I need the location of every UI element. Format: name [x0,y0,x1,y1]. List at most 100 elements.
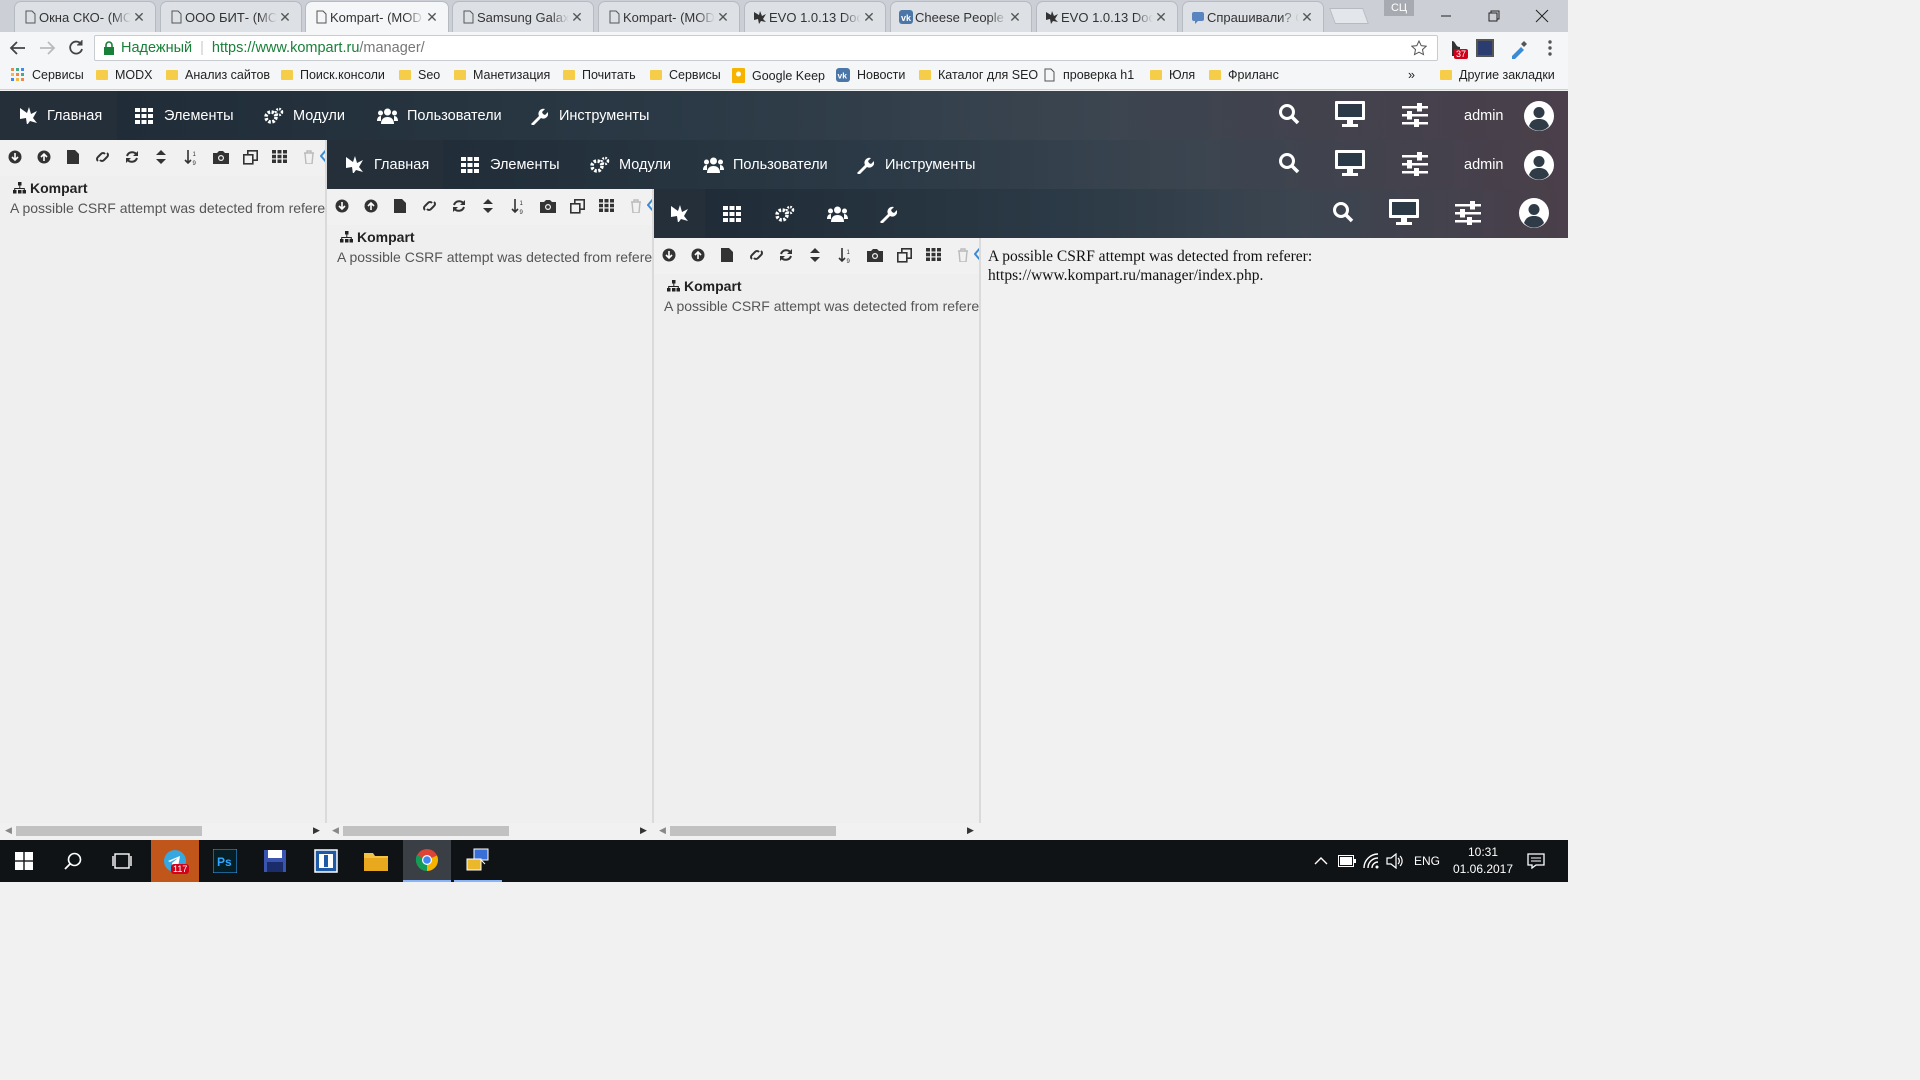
link-icon[interactable] [749,248,764,262]
preview-site-button[interactable] [1334,100,1366,128]
refresh-icon[interactable] [779,248,793,262]
sort-icon[interactable] [810,248,820,262]
extension-button-3[interactable] [1508,38,1530,60]
battery-icon[interactable] [1338,855,1356,867]
notifications-icon[interactable] [1527,853,1545,869]
taskbar-app[interactable] [302,840,350,882]
arrow-circle-up-icon[interactable] [364,199,378,213]
nav-home[interactable]: Главная [327,140,443,189]
sort-numeric-icon[interactable]: 19 [838,248,852,264]
bookmark-google-keep[interactable]: Google Keep [732,68,825,83]
taskbar-photoshop[interactable]: Ps [201,840,249,882]
arrow-circle-down-icon[interactable] [335,199,349,213]
bookmark-vk-news[interactable]: vk Новости [836,68,905,82]
tree-root-1[interactable]: Kompart [13,180,88,196]
new-document-icon[interactable] [721,248,733,262]
copy-icon[interactable] [897,248,912,263]
tab-5[interactable]: Kompart- (MOD ✕ [598,1,740,32]
settings-button[interactable] [1455,201,1481,225]
new-tab-button[interactable] [1329,8,1369,24]
reload-button[interactable] [66,38,86,58]
nav-elements[interactable] [723,189,741,238]
bookmark-check-h1[interactable]: проверка h1 [1044,68,1134,82]
taskbar-telegram[interactable]: 117 [151,840,199,882]
tab-4[interactable]: Samsung Galax ✕ [452,1,594,32]
camera-icon[interactable] [213,150,229,164]
settings-button[interactable] [1402,103,1428,127]
bookmark-folder-console[interactable]: Поиск.консоли [281,68,385,82]
clock[interactable]: 10:31 01.06.2017 [1450,844,1516,878]
close-icon[interactable]: ✕ [569,9,585,26]
close-icon[interactable]: ✕ [715,9,731,26]
bookmark-folder-other[interactable]: Другие закладки [1440,68,1555,82]
grid-small-icon[interactable] [599,199,614,212]
new-document-icon[interactable] [67,150,79,164]
back-button[interactable] [8,38,28,58]
grid-small-icon[interactable] [272,150,287,163]
bookmark-folder-freelance[interactable]: Фриланс [1209,68,1279,82]
nav-home[interactable] [654,189,705,238]
refresh-icon[interactable] [452,199,466,213]
preview-site-button[interactable] [1388,198,1420,226]
camera-icon[interactable] [540,199,556,213]
search-button[interactable] [1278,150,1300,176]
user-menu[interactable] [1518,197,1550,229]
forward-button[interactable] [37,38,57,58]
nav-modules[interactable] [775,189,795,238]
address-bar[interactable]: Надежный | https://www.kompart.ru/manage… [94,35,1438,61]
close-window-button[interactable] [1532,6,1552,26]
taskbar-explorer[interactable] [352,840,400,882]
bookmark-folder-monetization[interactable]: Манетизация [454,68,550,82]
hscroll-2[interactable]: ◀ ▶ [327,823,653,839]
nav-home[interactable]: Главная [0,91,117,140]
bookmark-folder-analysis[interactable]: Анализ сайтов [166,68,270,82]
user-menu[interactable]: admin [1464,140,1555,189]
tray-chevron-icon[interactable] [1314,856,1328,866]
nav-modules[interactable]: Модули [264,91,345,140]
bookmark-folder-yulya[interactable]: Юля [1150,68,1195,82]
scroll-left-icon[interactable]: ◀ [332,825,339,836]
bookmark-folder-read[interactable]: Почитать [563,68,636,82]
bookmark-folder-services[interactable]: Сервисы [650,68,721,82]
preview-site-button[interactable] [1334,149,1366,177]
scroll-left-icon[interactable]: ◀ [659,825,666,836]
scroll-right-icon[interactable]: ▶ [967,825,974,836]
arrow-circle-up-icon[interactable] [37,150,51,164]
tab-7[interactable]: vk Cheese People ✕ [890,1,1032,32]
bookmark-apps[interactable]: Сервисы [11,68,84,82]
language-indicator[interactable]: ENG [1414,854,1440,868]
extension-button-1[interactable]: 37 [1446,38,1469,60]
close-icon[interactable]: ✕ [424,9,440,26]
close-icon[interactable]: ✕ [1299,9,1315,26]
nav-tools[interactable] [879,189,897,238]
scroll-right-icon[interactable]: ▶ [640,825,647,836]
taskbar-network-app[interactable] [454,840,502,882]
search-button[interactable] [1278,101,1300,127]
copy-icon[interactable] [570,199,585,214]
tree-root-3[interactable]: Kompart [667,278,742,294]
sort-numeric-icon[interactable]: 19 [511,199,525,215]
hscroll-3[interactable]: ◀ ▶ [654,823,980,839]
taskbar-chrome[interactable] [403,840,451,882]
link-icon[interactable] [422,199,437,213]
camera-icon[interactable] [867,248,883,262]
nav-tools[interactable]: Инструменты [530,91,649,140]
minimize-button[interactable] [1436,6,1456,26]
start-button[interactable] [0,840,48,882]
star-icon[interactable] [1411,40,1427,56]
nav-modules[interactable]: Модули [590,140,671,189]
trash-icon[interactable] [957,248,969,262]
taskbar-save-app[interactable] [251,840,299,882]
task-view-button[interactable] [98,840,146,882]
link-icon[interactable] [95,150,110,164]
sort-numeric-icon[interactable]: 19 [184,150,198,166]
arrow-circle-up-icon[interactable] [691,248,705,262]
scroll-thumb[interactable] [343,826,509,836]
restore-button[interactable] [1484,6,1504,26]
bookmark-folder-catalog[interactable]: Каталог для SEO [919,68,1038,82]
nav-users[interactable]: Пользователи [703,140,828,189]
profile-button[interactable]: СЦ [1384,0,1414,16]
nav-users[interactable]: Пользователи [377,91,502,140]
close-icon[interactable]: ✕ [277,9,293,26]
scroll-thumb[interactable] [16,826,202,836]
